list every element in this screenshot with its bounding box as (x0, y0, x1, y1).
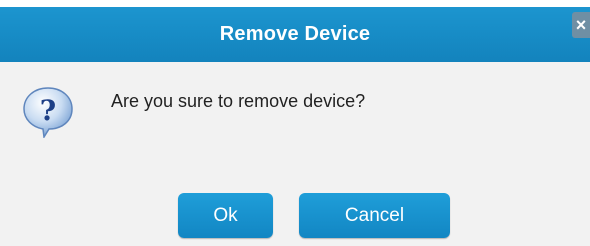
dialog-body: ? Are you sure to remove device? Ok Canc… (0, 62, 590, 246)
ok-button[interactable]: Ok (178, 193, 273, 238)
close-button[interactable]: × (572, 12, 590, 38)
svg-text:?: ? (40, 94, 56, 127)
confirm-message: Are you sure to remove device? (111, 91, 366, 111)
dialog-title: Remove Device (219, 23, 371, 45)
dialog-titlebar: Remove Device × (0, 0, 590, 68)
title-band: Remove Device (0, 7, 590, 62)
question-icon: ? (23, 87, 73, 138)
cancel-button[interactable]: Cancel (299, 193, 450, 238)
remove-device-dialog: Remove Device × ? Are you sure to remove… (0, 0, 590, 246)
close-icon: × (575, 15, 587, 35)
